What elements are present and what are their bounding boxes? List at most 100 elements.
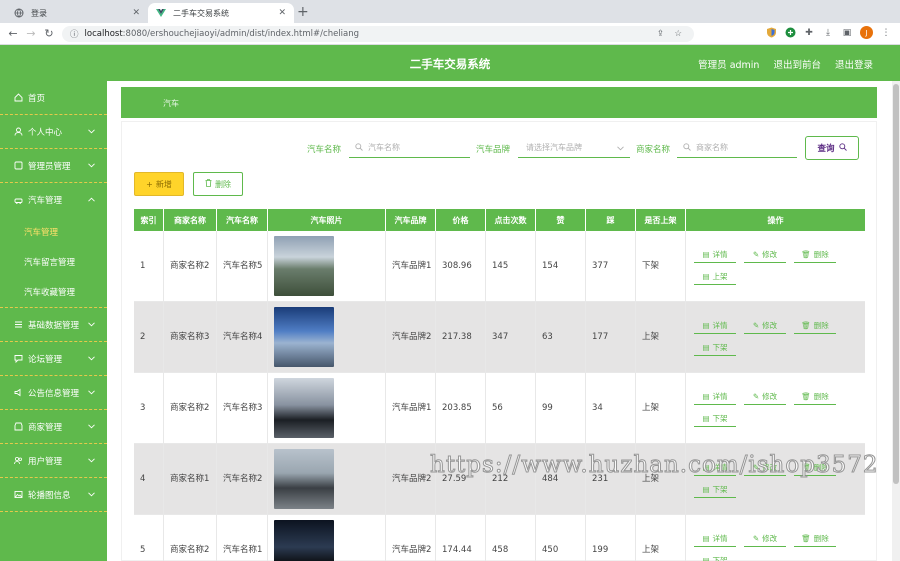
back-icon[interactable]: ← xyxy=(4,27,22,40)
car-photo[interactable] xyxy=(274,520,334,561)
car-brand-select[interactable]: 请选择汽车品牌 xyxy=(518,138,630,158)
delete-button[interactable]: 🗑 删除 xyxy=(794,531,836,547)
edit-icon: ✎ xyxy=(752,392,760,401)
detail-button[interactable]: ▤ 详情 xyxy=(694,247,736,263)
cell-status: 下架 xyxy=(636,231,686,301)
toggle-shelf-button-label: 下架 xyxy=(712,556,728,561)
col-header: 索引 xyxy=(134,209,164,231)
edit-button-label: 修改 xyxy=(762,321,778,330)
cell-price: 308.96 xyxy=(436,231,486,301)
sidebar-item-label: 个人中心 xyxy=(28,127,63,138)
detail-button[interactable]: ▤ 详情 xyxy=(694,389,736,405)
sidebar-subitem-car-messages[interactable]: 汽车留言管理 xyxy=(0,247,107,277)
sidebar-item-carousel[interactable]: 轮播图信息 xyxy=(0,478,107,512)
sidebar-item-users[interactable]: 用户管理 xyxy=(0,444,107,478)
cell-brand: 汽车品牌2 xyxy=(386,515,436,561)
merchant-name-input[interactable]: 商家名称 xyxy=(677,138,797,158)
delete-button-label: 删除 xyxy=(215,179,231,189)
car-photo[interactable] xyxy=(274,236,334,296)
edit-button[interactable]: ✎ 修改 xyxy=(744,531,786,547)
delete-button[interactable]: 🗑 删除 xyxy=(794,318,836,334)
sidebar-item-forum[interactable]: 论坛管理 xyxy=(0,342,107,376)
cell-car: 汽车名称1 xyxy=(217,515,268,561)
reload-icon[interactable]: ↻ xyxy=(40,27,58,40)
car-brand-placeholder: 请选择汽车品牌 xyxy=(526,143,582,152)
profile-avatar[interactable]: J xyxy=(860,26,873,39)
forum-icon xyxy=(14,354,23,363)
query-button[interactable]: 查询 xyxy=(805,136,859,160)
add-button[interactable]: + 新增 xyxy=(134,172,184,196)
col-header: 是否上架 xyxy=(636,209,686,231)
sidebar-item-merchants[interactable]: 商家管理 xyxy=(0,410,107,444)
detail-button[interactable]: ▤ 详情 xyxy=(694,531,736,547)
exit-to-front-link[interactable]: 退出到前台 xyxy=(773,57,821,71)
car-photo[interactable] xyxy=(274,307,334,367)
toggle-shelf-button[interactable]: ▤ 下架 xyxy=(694,411,736,427)
logout-link[interactable]: 退出登录 xyxy=(835,57,873,71)
toggle-shelf-button[interactable]: ▤ 下架 xyxy=(694,553,736,561)
new-tab-icon[interactable]: + xyxy=(297,4,309,20)
sidepanel-icon[interactable]: ▣ xyxy=(841,27,853,39)
document-icon: ▤ xyxy=(702,485,710,494)
users-icon xyxy=(14,456,23,465)
toggle-shelf-button[interactable]: ▤ 上架 xyxy=(694,269,736,285)
cell-brand: 汽车品牌2 xyxy=(386,302,436,372)
cell-likes: 450 xyxy=(536,515,586,561)
document-icon: ▤ xyxy=(702,272,710,281)
page-scrollbar-thumb[interactable] xyxy=(893,84,899,484)
edit-button[interactable]: ✎ 修改 xyxy=(744,318,786,334)
tab-app[interactable]: 二手车交易系统 ✕ xyxy=(148,3,294,23)
data-icon xyxy=(14,320,23,329)
toggle-shelf-button[interactable]: ▤ 下架 xyxy=(694,482,736,498)
edit-button[interactable]: ✎ 修改 xyxy=(744,247,786,263)
sidebar-item-cars[interactable]: 汽车管理 xyxy=(0,183,107,217)
forward-icon[interactable]: → xyxy=(22,27,40,40)
chevron-down-icon xyxy=(88,388,95,398)
sidebar-item-notice[interactable]: 公告信息管理 xyxy=(0,376,107,410)
cell-clicks: 56 xyxy=(486,373,536,443)
cell-index: 4 xyxy=(134,444,164,514)
car-name-input[interactable]: 汽车名称 xyxy=(349,138,470,158)
tab-login[interactable]: 登录 ✕ xyxy=(6,3,148,23)
sidebar-item-basedata[interactable]: 基础数据管理 xyxy=(0,308,107,342)
car-photo[interactable] xyxy=(274,449,334,509)
sidebar-item-admins[interactable]: 管理员管理 xyxy=(0,149,107,183)
sidebar-subitem-car-manage[interactable]: 汽车管理 xyxy=(0,217,107,247)
site-info-icon[interactable]: ⓘ xyxy=(70,28,79,40)
close-tab-icon[interactable]: ✕ xyxy=(278,8,286,18)
batch-delete-button[interactable]: 删除 xyxy=(193,172,243,196)
vue-logo-icon xyxy=(156,8,166,18)
delete-button[interactable]: 🗑 删除 xyxy=(794,389,836,405)
address-bar: ← → ↻ ⓘ localhost:8080/ershouchejiaoyi/a… xyxy=(0,23,900,45)
detail-button[interactable]: ▤ 详情 xyxy=(694,318,736,334)
sidebar-subitem-car-favorites[interactable]: 汽车收藏管理 xyxy=(0,277,107,307)
cell-price: 217.38 xyxy=(436,302,486,372)
menu-kebab-icon[interactable]: ⋮ xyxy=(880,27,892,39)
extension-shield-icon[interactable] xyxy=(765,27,777,39)
extension-green-icon[interactable] xyxy=(784,27,796,39)
document-icon: ▤ xyxy=(702,343,710,352)
breadcrumb-current: 汽车 xyxy=(163,99,179,108)
share-icon[interactable]: ⇪ xyxy=(657,29,664,39)
close-tab-icon[interactable]: ✕ xyxy=(132,8,140,18)
sidebar-submenu-cars: 汽车管理 汽车留言管理 汽车收藏管理 xyxy=(0,217,107,308)
extensions-puzzle-icon[interactable]: ✚ xyxy=(803,27,815,39)
detail-button-label: 详情 xyxy=(712,321,728,330)
cell-price: 174.44 xyxy=(436,515,486,561)
sidebar-item-personal[interactable]: 个人中心 xyxy=(0,115,107,149)
car-photo[interactable] xyxy=(274,378,334,438)
bookmark-star-icon[interactable]: ☆ xyxy=(674,29,682,39)
content-card: 汽车名称 汽车名称 汽车品牌 请选择汽车品牌 商家名称 商家名称 查询 + 新增… xyxy=(121,121,877,561)
toggle-shelf-button[interactable]: ▤ 下架 xyxy=(694,340,736,356)
url-field[interactable]: ⓘ localhost:8080/ershouchejiaoyi/admin/d… xyxy=(62,26,694,42)
car-photo-cell xyxy=(268,302,386,372)
cell-likes: 154 xyxy=(536,231,586,301)
search-icon xyxy=(683,142,691,153)
url-path: :8080/ershouchejiaoyi/admin/dist/index.h… xyxy=(122,29,360,39)
delete-button[interactable]: 🗑 删除 xyxy=(794,247,836,263)
download-icon[interactable]: ⤓ xyxy=(822,27,834,39)
edit-button[interactable]: ✎ 修改 xyxy=(744,389,786,405)
cell-index: 2 xyxy=(134,302,164,372)
sidebar-item-home[interactable]: 首页 xyxy=(0,81,107,115)
cell-car: 汽车名称5 xyxy=(217,231,268,301)
